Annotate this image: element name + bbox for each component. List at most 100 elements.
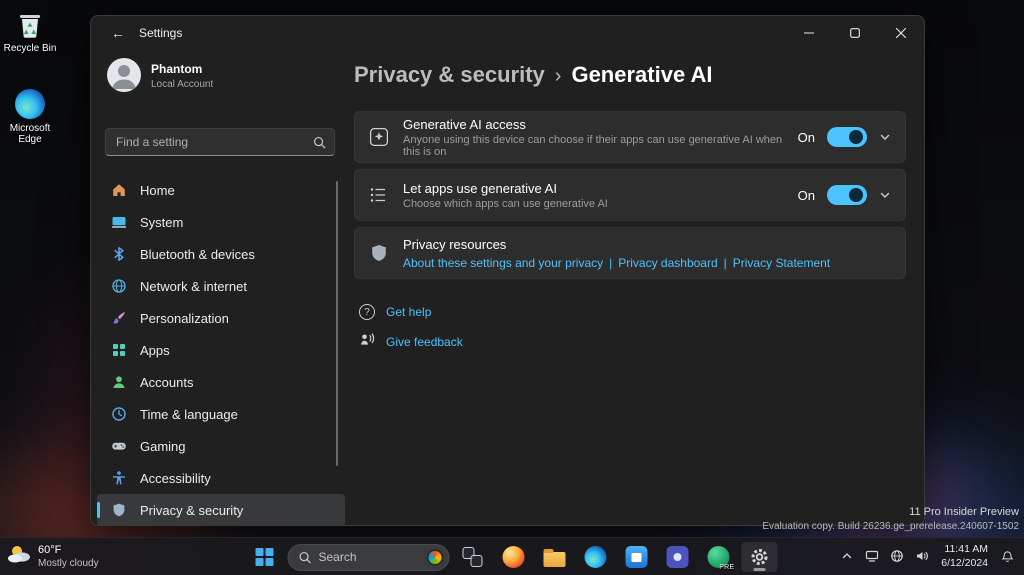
card-title: Let apps use generative AI	[403, 181, 608, 196]
start-button[interactable]	[247, 542, 283, 572]
give-feedback-link[interactable]: Give feedback	[359, 331, 463, 352]
page-title: Generative AI	[571, 62, 712, 88]
sidebar-item-label: Apps	[140, 343, 170, 358]
microsoft-store-button[interactable]	[619, 542, 655, 572]
taskbar-center: PRE	[247, 542, 778, 572]
taskbar: 60°F Mostly cloudy	[0, 537, 1024, 575]
home-icon	[111, 182, 127, 198]
search-icon	[299, 551, 312, 564]
toggle-knob	[849, 130, 863, 144]
let-apps-use-generative-ai-toggle[interactable]	[827, 185, 867, 205]
link-privacy-statement[interactable]: Privacy Statement	[733, 256, 830, 270]
preview-badge: PRE	[719, 564, 734, 571]
desktop: Recycle Bin Microsoft Edge ← Settings	[0, 0, 1024, 575]
weather-temperature: 60°F	[38, 543, 99, 557]
store-icon	[626, 546, 648, 568]
toggle-knob	[849, 188, 863, 202]
insider-app-button[interactable]: PRE	[701, 542, 737, 572]
get-help-link[interactable]: ? Get help	[359, 304, 431, 320]
sidebar-item-accounts[interactable]: Accounts	[97, 366, 345, 398]
teams-button[interactable]	[660, 542, 696, 572]
search-icon	[313, 136, 326, 149]
person-icon	[107, 58, 141, 92]
link-separator: |	[724, 256, 727, 270]
recycle-bin-icon	[14, 8, 46, 40]
link-separator: |	[609, 256, 612, 270]
firefox-button[interactable]	[496, 542, 532, 572]
sidebar-item-privacy-security[interactable]: Privacy & security	[97, 494, 345, 526]
tray-display-button[interactable]	[861, 541, 883, 571]
sidebar-item-label: Privacy & security	[140, 503, 243, 518]
sidebar-item-accessibility[interactable]: Accessibility	[97, 462, 345, 494]
sidebar-item-network-internet[interactable]: Network & internet	[97, 270, 345, 302]
insider-app-icon: PRE	[708, 546, 730, 568]
card-description: Choose which apps can use generative AI	[403, 198, 608, 210]
link-privacy-dashboard[interactable]: Privacy dashboard	[618, 256, 717, 270]
sidebar-item-label: Accounts	[140, 375, 193, 390]
sidebar-scrollbar[interactable]	[336, 181, 338, 466]
maximize-button[interactable]	[832, 16, 878, 50]
breadcrumb-parent[interactable]: Privacy & security	[354, 62, 545, 88]
tray-chevron-up-button[interactable]	[836, 541, 858, 571]
system-tray: 11:41 AM 6/12/2024	[836, 541, 1018, 571]
sidebar-item-time-language[interactable]: Time & language	[97, 398, 345, 430]
minimize-button[interactable]	[786, 16, 832, 50]
chevron-down-icon[interactable]	[879, 189, 891, 201]
generative-ai-access-card[interactable]: Generative AI access Anyone using this d…	[354, 111, 906, 163]
tray-network-button[interactable]	[886, 541, 908, 571]
file-explorer-button[interactable]	[537, 542, 573, 572]
taskbar-search-input[interactable]	[319, 550, 420, 564]
watermark-line2: Evaluation copy. Build 26236.ge_prerelea…	[762, 520, 1019, 534]
let-apps-use-generative-ai-card[interactable]: Let apps use generative AI Choose which …	[354, 169, 906, 221]
widgets-weather-button[interactable]: 60°F Mostly cloudy	[6, 542, 99, 571]
breadcrumb-separator: ›	[555, 65, 562, 88]
shield-icon	[369, 243, 389, 263]
sidebar-item-label: Time & language	[140, 407, 238, 422]
task-view-button[interactable]	[455, 542, 491, 572]
settings-search-input[interactable]	[116, 135, 313, 149]
settings-search-box[interactable]	[105, 128, 335, 156]
search-highlight-icon	[427, 549, 444, 566]
close-button[interactable]	[878, 16, 924, 50]
window-title: Settings	[139, 26, 182, 40]
insider-watermark: 11 Pro Insider Preview Evaluation copy. …	[762, 505, 1019, 533]
accounts-person-icon	[111, 374, 127, 390]
sidebar-item-gaming[interactable]: Gaming	[97, 430, 345, 462]
avatar[interactable]	[107, 58, 141, 92]
settings-button[interactable]	[742, 542, 778, 572]
chevron-up-icon	[841, 550, 853, 562]
chevron-down-icon[interactable]	[879, 131, 891, 143]
taskbar-search-box[interactable]	[288, 544, 450, 571]
desktop-icon-microsoft-edge[interactable]: Microsoft Edge	[1, 88, 59, 145]
sidebar-item-label: Bluetooth & devices	[140, 247, 255, 262]
tray-date: 6/12/2024	[941, 556, 988, 570]
settings-cards: Generative AI access Anyone using this d…	[354, 111, 906, 279]
card-title: Generative AI access	[403, 117, 784, 132]
link-about-these-settings[interactable]: About these settings and your privacy	[403, 256, 603, 270]
back-button[interactable]: ←	[103, 21, 133, 45]
sidebar-item-label: Gaming	[140, 439, 186, 454]
sidebar-item-label: Accessibility	[140, 471, 211, 486]
weather-condition: Mostly cloudy	[38, 558, 99, 570]
privacy-resource-links: About these settings and your privacy | …	[403, 256, 830, 270]
notification-bell-button[interactable]	[996, 541, 1018, 571]
sidebar-item-bluetooth-devices[interactable]: Bluetooth & devices	[97, 238, 345, 270]
edge-icon	[14, 88, 46, 120]
tray-volume-button[interactable]	[911, 541, 933, 571]
folder-icon	[544, 552, 566, 567]
sidebar-item-label: Personalization	[140, 311, 229, 326]
sidebar-item-home[interactable]: Home	[97, 174, 345, 206]
network-globe-icon	[890, 549, 904, 563]
generative-ai-access-toggle[interactable]	[827, 127, 867, 147]
sidebar-item-label: System	[140, 215, 183, 230]
edge-button[interactable]	[578, 542, 614, 572]
clock[interactable]: 11:41 AM 6/12/2024	[936, 542, 993, 570]
sidebar-item-personalization[interactable]: Personalization	[97, 302, 345, 334]
system-icon	[111, 214, 127, 230]
get-help-label: Get help	[386, 305, 431, 319]
desktop-icon-recycle-bin[interactable]: Recycle Bin	[1, 8, 59, 54]
sidebar-item-apps[interactable]: Apps	[97, 334, 345, 366]
app-list-icon	[369, 185, 389, 205]
sidebar-item-system[interactable]: System	[97, 206, 345, 238]
bell-icon	[1001, 550, 1014, 563]
